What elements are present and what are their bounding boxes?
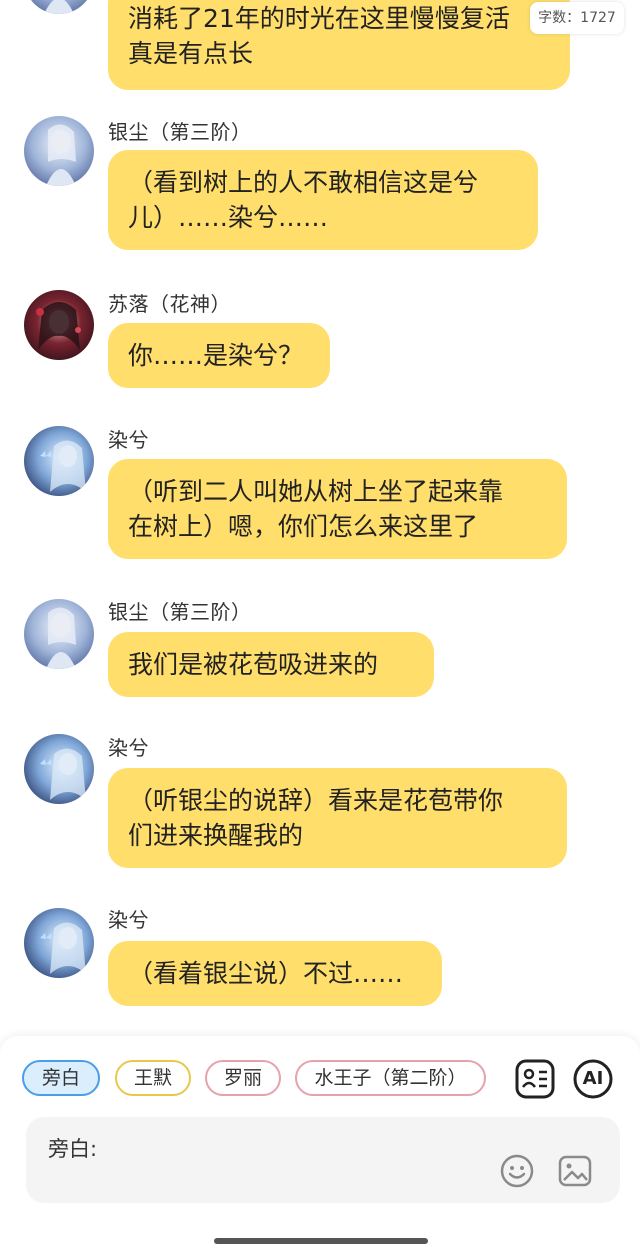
role-chip-wangmo[interactable]: 王默	[115, 1060, 191, 1096]
role-chip-water-prince[interactable]: 水王子（第二阶）	[295, 1060, 486, 1096]
message-line: 真是有点长	[128, 39, 254, 68]
sender-name: 银尘（第三阶）	[108, 120, 252, 144]
message-line: 消耗了21年的时光在这里慢慢复活	[128, 4, 510, 33]
silver-robe-avatar[interactable]	[24, 0, 94, 14]
word-count-badge: 字数：1727	[530, 2, 624, 34]
message-line: （听银尘的说辞）看来是花苞带你	[128, 786, 504, 815]
blue-butterfly-avatar[interactable]	[24, 426, 94, 496]
message-line: 们进来换醒我的	[128, 821, 304, 850]
message-line: 你……是染兮？	[128, 341, 304, 370]
message-line: 儿）……染兮……	[128, 203, 329, 232]
role-chip-narrator[interactable]: 旁白	[22, 1060, 100, 1096]
home-indicator[interactable]	[214, 1238, 428, 1244]
sender-name: 银尘（第三阶）	[108, 600, 252, 624]
sender-name: 染兮	[108, 908, 149, 932]
emoji-icon[interactable]	[499, 1153, 535, 1189]
blue-butterfly-avatar[interactable]	[24, 908, 94, 978]
message-line: （看着银尘说）不过……	[128, 959, 404, 988]
dark-red-avatar[interactable]	[24, 290, 94, 360]
message-bubble: 我们是被花苞吸进来的	[108, 632, 434, 697]
message-line: 在树上）嗯，你们怎么来这里了	[128, 512, 479, 541]
message-line: （听到二人叫她从树上坐了起来靠	[128, 477, 504, 506]
message-input[interactable]: 旁白:	[26, 1117, 620, 1203]
message-line: 我们是被花苞吸进来的	[128, 650, 379, 679]
input-speaker-label: 旁白:	[48, 1137, 98, 1161]
sender-name: 染兮	[108, 736, 149, 760]
blue-butterfly-avatar[interactable]	[24, 734, 94, 804]
character-card-icon[interactable]	[514, 1058, 556, 1100]
ai-icon[interactable]: AI	[572, 1058, 614, 1100]
silver-robe-avatar[interactable]	[24, 599, 94, 669]
role-chip-luoli[interactable]: 罗丽	[205, 1060, 281, 1096]
silver-robe-avatar[interactable]	[24, 116, 94, 186]
message-bubble: （看着银尘说）不过……	[108, 941, 442, 1006]
ai-label: AI	[582, 1068, 604, 1089]
message-bubble: （看到树上的人不敢相信这是兮 儿）……染兮……	[108, 150, 538, 250]
message-bubble: （听到二人叫她从树上坐了起来靠 在树上）嗯，你们怎么来这里了	[108, 459, 567, 559]
message-bubble: 你……是染兮？	[108, 323, 330, 388]
sender-name: 苏落（花神）	[108, 292, 231, 316]
input-panel: 旁白 王默 罗丽 水王子（第二阶） AI 旁白:	[0, 1036, 640, 1257]
sender-name: 染兮	[108, 428, 149, 452]
message-bubble: 消耗了21年的时光在这里慢慢复活 真是有点长	[108, 0, 570, 90]
message-bubble: （听银尘的说辞）看来是花苞带你 们进来换醒我的	[108, 768, 567, 868]
message-line: （看到树上的人不敢相信这是兮	[128, 168, 479, 197]
image-icon[interactable]	[557, 1153, 593, 1189]
